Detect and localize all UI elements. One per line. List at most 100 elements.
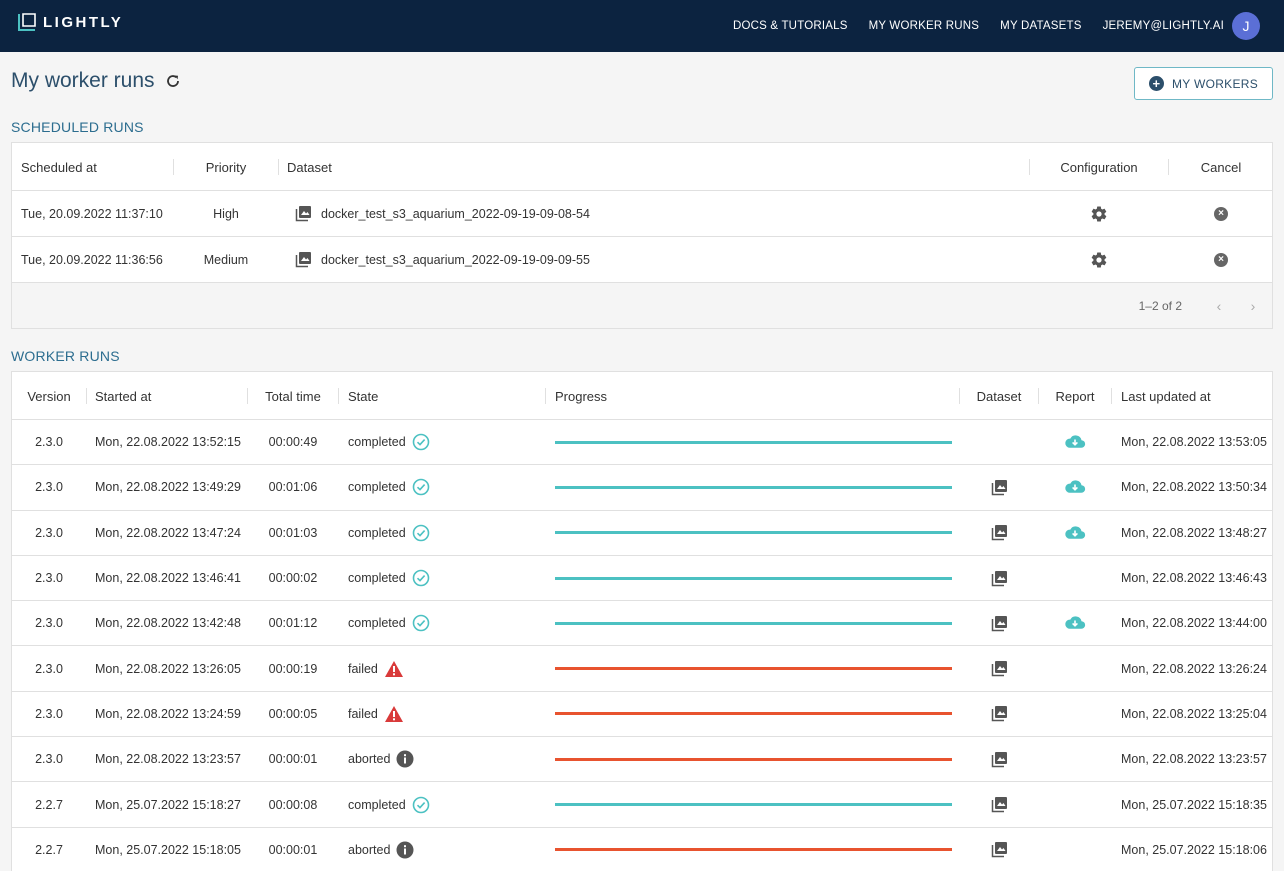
worker-runs-table: Version Started at Total time State Prog… — [11, 371, 1273, 871]
my-workers-button[interactable]: + MY WORKERS — [1134, 67, 1273, 100]
avatar[interactable]: J — [1232, 12, 1260, 40]
dataset-button[interactable] — [960, 511, 1038, 555]
table-row[interactable]: 2.3.0 Mon, 22.08.2022 13:47:24 00:01:03 com… — [12, 511, 1272, 556]
report-download-button — [1039, 782, 1111, 826]
cancel-button[interactable]: × — [1169, 237, 1272, 282]
progress-bar — [555, 712, 952, 716]
header-started-at[interactable]: Started at — [95, 372, 151, 420]
column-separator — [278, 159, 279, 175]
dataset-button[interactable] — [960, 465, 1038, 509]
table-row[interactable]: 2.3.0 Mon, 22.08.2022 13:49:29 00:01:06 com… — [12, 465, 1272, 511]
header-priority[interactable]: Priority — [174, 143, 278, 191]
cancel-button[interactable]: × — [1169, 191, 1272, 236]
dataset-button — [960, 420, 1038, 464]
last-updated-cell: Mon, 22.08.2022 13:46:43 — [1121, 571, 1267, 586]
table-row[interactable]: 2.3.0 Mon, 22.08.2022 13:42:48 00:01:12 com… — [12, 601, 1272, 647]
scheduled-runs-title: SCHEDULED RUNS — [11, 119, 144, 135]
started-at-cell: Mon, 22.08.2022 13:49:29 — [95, 480, 241, 495]
version-cell: 2.2.7 — [35, 797, 63, 812]
state-cell: completed — [348, 601, 430, 645]
table-row[interactable]: 2.2.7 Mon, 25.07.2022 15:18:05 00:00:01 abo… — [12, 828, 1272, 871]
table-row[interactable]: 2.3.0 Mon, 22.08.2022 13:52:15 00:00:49 com… — [12, 420, 1272, 466]
check-circle-icon — [412, 433, 429, 451]
lightly-logo[interactable]: LIGHTLY — [17, 12, 123, 32]
nav-worker-runs-link[interactable]: MY WORKER RUNS — [869, 20, 980, 32]
header-scheduled-at[interactable]: Scheduled at — [21, 143, 97, 191]
header-state[interactable]: State — [348, 372, 378, 420]
column-separator — [338, 388, 339, 404]
refresh-icon[interactable] — [165, 73, 181, 89]
image-gallery-icon — [295, 191, 312, 236]
check-circle-icon — [412, 524, 429, 542]
report-download-button[interactable] — [1039, 511, 1111, 555]
progress-fill — [555, 803, 952, 807]
state-cell: completed — [348, 420, 430, 464]
dataset-button[interactable] — [960, 692, 1038, 736]
user-menu[interactable]: JEREMY@LIGHTLY.AI — [1103, 20, 1224, 32]
started-at-cell: Mon, 25.07.2022 15:18:05 — [95, 842, 241, 857]
header-last-updated[interactable]: Last updated at — [1121, 372, 1211, 420]
report-download-button[interactable] — [1039, 465, 1111, 509]
table-row[interactable]: 2.3.0 Mon, 22.08.2022 13:24:59 00:00:05 fai… — [12, 692, 1272, 738]
dataset-button[interactable] — [960, 828, 1038, 871]
table-row[interactable]: Tue, 20.09.2022 11:37:10 High docker_tes… — [12, 191, 1272, 237]
image-gallery-icon — [991, 751, 1007, 767]
warning-triangle-icon — [384, 705, 403, 722]
dataset-link[interactable]: docker_test_s3_aquarium_2022-09-19-09-08… — [321, 191, 590, 236]
started-at-cell: Mon, 22.08.2022 13:42:48 — [95, 616, 241, 631]
progress-bar — [555, 440, 952, 444]
dataset-button[interactable] — [960, 782, 1038, 826]
table-row[interactable]: 2.3.0 Mon, 22.08.2022 13:26:05 00:00:19 fai… — [12, 646, 1272, 692]
total-time-cell: 00:01:12 — [268, 616, 318, 631]
gear-icon[interactable] — [1030, 191, 1168, 236]
state-cell: completed — [348, 782, 430, 826]
report-download-button[interactable] — [1039, 420, 1111, 464]
progress-fill — [555, 848, 952, 852]
version-cell: 2.3.0 — [35, 616, 63, 631]
chevron-left-icon[interactable]: ‹ — [1211, 298, 1227, 314]
state-label: completed — [348, 616, 406, 631]
dataset-button[interactable] — [960, 737, 1038, 781]
version-cell: 2.3.0 — [35, 480, 63, 495]
header-total-time[interactable]: Total time — [248, 372, 338, 420]
gear-icon[interactable] — [1030, 237, 1168, 282]
dataset-link[interactable]: docker_test_s3_aquarium_2022-09-19-09-09… — [321, 237, 590, 282]
header-cancel[interactable]: Cancel — [1169, 143, 1272, 191]
header-dataset[interactable]: Dataset — [287, 143, 332, 191]
total-time-cell: 00:00:49 — [268, 435, 318, 450]
my-workers-label: MY WORKERS — [1171, 76, 1259, 91]
state-label: aborted — [348, 752, 391, 767]
dataset-button[interactable] — [960, 646, 1038, 690]
header-configuration[interactable]: Configuration — [1030, 143, 1168, 191]
report-download-button[interactable] — [1039, 601, 1111, 645]
image-gallery-icon — [991, 479, 1007, 496]
last-updated-cell: Mon, 22.08.2022 13:25:04 — [1121, 706, 1267, 721]
version-cell: 2.3.0 — [35, 571, 63, 586]
check-circle-icon — [412, 615, 429, 632]
nav-docs-link[interactable]: DOCS & TUTORIALS — [733, 20, 848, 32]
top-navigation-bar: LIGHTLY DOCS & TUTORIALS MY WORKER RUNS … — [0, 0, 1284, 52]
started-at-cell: Mon, 22.08.2022 13:23:57 — [95, 752, 241, 767]
priority-cell: High — [213, 206, 239, 221]
dataset-button[interactable] — [960, 556, 1038, 600]
table-row[interactable]: 2.3.0 Mon, 22.08.2022 13:23:57 00:00:01 abo… — [12, 737, 1272, 783]
progress-fill — [555, 531, 952, 535]
table-row[interactable]: Tue, 20.09.2022 11:36:56 Medium docker_t… — [12, 237, 1272, 283]
state-cell: completed — [348, 465, 430, 509]
dataset-button[interactable] — [960, 601, 1038, 645]
progress-bar — [555, 531, 952, 535]
state-label: aborted — [348, 842, 391, 857]
page-title: My worker runs — [11, 69, 181, 93]
warning-triangle-icon — [384, 660, 403, 677]
table-row[interactable]: 2.2.7 Mon, 25.07.2022 15:18:27 00:00:08 com… — [12, 782, 1272, 828]
header-version[interactable]: Version — [12, 372, 86, 420]
progress-fill — [555, 440, 952, 444]
header-dataset[interactable]: Dataset — [960, 372, 1038, 420]
nav-datasets-link[interactable]: MY DATASETS — [1000, 20, 1081, 32]
chevron-right-icon[interactable]: › — [1245, 298, 1261, 314]
header-progress[interactable]: Progress — [555, 372, 607, 420]
info-circle-icon — [396, 750, 414, 768]
pagination-info: 1–2 of 2 — [1138, 299, 1182, 313]
table-row[interactable]: 2.3.0 Mon, 22.08.2022 13:46:41 00:00:02 com… — [12, 556, 1272, 602]
header-report[interactable]: Report — [1039, 372, 1111, 420]
